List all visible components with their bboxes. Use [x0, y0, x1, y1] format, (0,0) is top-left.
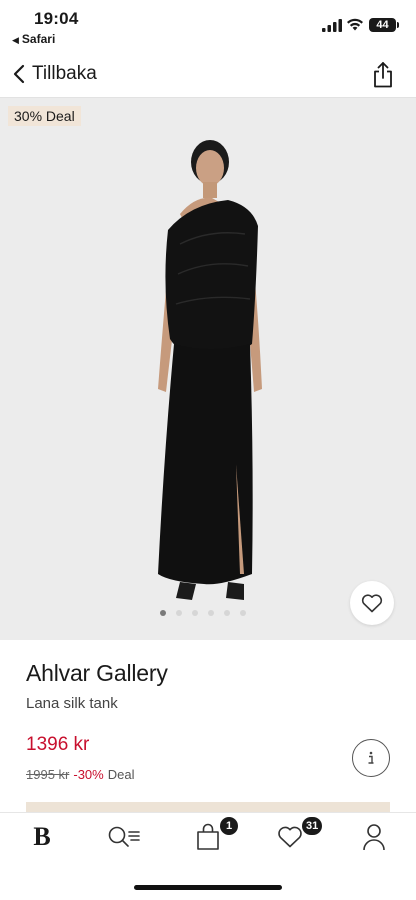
tab-search[interactable]: [104, 819, 144, 855]
tab-wishlist[interactable]: 31: [270, 817, 323, 855]
product-photo: [158, 140, 262, 600]
back-to-app-link[interactable]: ◀ Safari: [12, 32, 55, 46]
discount-percent: -30%: [73, 767, 104, 782]
wifi-icon: [347, 18, 363, 31]
info-icon: [368, 751, 374, 764]
product-image-carousel[interactable]: 30% Deal: [0, 98, 416, 640]
carousel-dot[interactable]: [160, 610, 166, 616]
navigation-bar: Tillbaka: [0, 50, 416, 98]
cellular-signal-icon: [322, 19, 342, 32]
back-triangle-icon: ◀: [12, 35, 19, 45]
product-name: Lana silk tank: [26, 695, 118, 712]
carousel-dot[interactable]: [208, 610, 214, 616]
tab-cart[interactable]: 1: [188, 817, 238, 855]
carousel-pagination[interactable]: [160, 610, 246, 616]
heart-icon: [361, 594, 383, 613]
tab-profile[interactable]: [354, 819, 394, 855]
carousel-dot[interactable]: [240, 610, 246, 616]
shopping-bag-icon: [197, 823, 219, 850]
wishlist-button[interactable]: [350, 581, 394, 625]
wishlist-count-badge: 31: [302, 817, 323, 835]
price-details: 1995 kr -30% Deal: [26, 767, 134, 782]
original-price: 1995 kr: [26, 767, 70, 782]
home-indicator: [134, 885, 282, 890]
share-icon[interactable]: [372, 62, 394, 88]
price-info-button[interactable]: [352, 739, 390, 777]
carousel-dot[interactable]: [224, 610, 230, 616]
brand-logo-icon: B: [33, 822, 51, 851]
status-time: 19:04: [34, 9, 79, 28]
back-label: Tillbaka: [32, 63, 97, 84]
carousel-dot[interactable]: [176, 610, 182, 616]
brand-name[interactable]: Ahlvar Gallery: [26, 660, 168, 687]
deal-badge: 30% Deal: [8, 106, 81, 126]
back-app-label: Safari: [21, 32, 56, 46]
carousel-dot[interactable]: [192, 610, 198, 616]
back-button[interactable]: Tillbaka: [12, 60, 97, 88]
deal-label: Deal: [107, 767, 135, 782]
status-bar: 19:04 ◀ Safari 44: [0, 0, 416, 48]
heart-icon: [278, 826, 302, 848]
search-icon: [108, 826, 140, 847]
chevron-left-icon: [13, 64, 25, 84]
cart-count-badge: 1: [220, 817, 238, 835]
tab-home[interactable]: B: [22, 819, 62, 855]
user-icon: [363, 824, 385, 851]
battery-icon: 44: [369, 18, 399, 32]
current-price: 1396 kr: [26, 734, 90, 755]
